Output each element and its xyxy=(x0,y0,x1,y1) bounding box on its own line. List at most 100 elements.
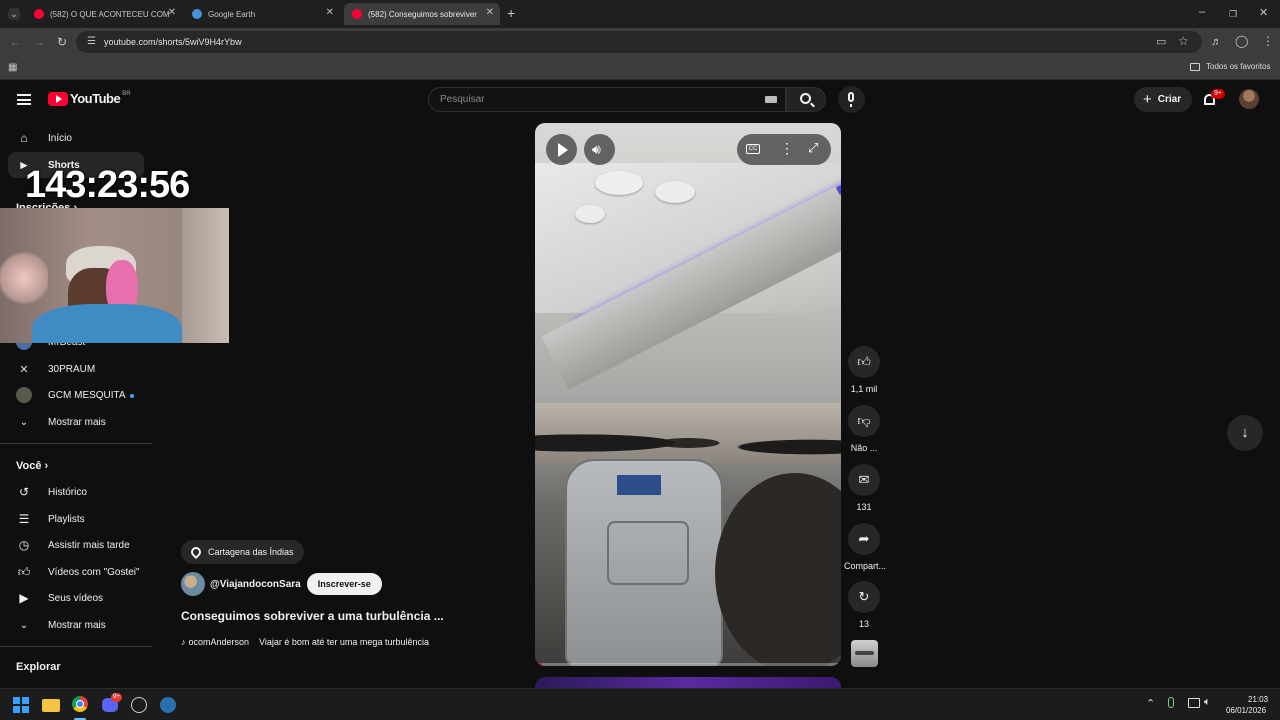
profile-icon[interactable]: ◯ xyxy=(1235,35,1248,47)
browser-tab-1[interactable]: (582) O QUE ACONTECEU COM ✕ xyxy=(26,3,182,25)
sidebar-item-home[interactable]: ⌂ Início xyxy=(8,125,144,151)
google-earth-favicon-icon xyxy=(192,9,202,19)
keyboard-icon[interactable] xyxy=(765,96,777,103)
reload-icon[interactable]: ↻ xyxy=(57,36,67,48)
like-action[interactable]: 👍︎ 1,1 mil xyxy=(844,346,884,394)
search-button[interactable] xyxy=(786,87,826,112)
clock-date[interactable]: 06/01/2026 xyxy=(1226,706,1266,715)
windows-start-icon[interactable] xyxy=(13,697,31,713)
browser-tab-3-active[interactable]: (582) Conseguimos sobreviver ✕ xyxy=(344,3,500,25)
thumbs-down-icon[interactable]: 👎︎ xyxy=(848,405,880,437)
network-icon[interactable] xyxy=(1188,698,1200,708)
location-chip[interactable]: Cartagena das Índias xyxy=(181,540,304,564)
show-more-you[interactable]: ⌄ Mostrar mais xyxy=(8,612,144,638)
chevron-down-icon: ⌄ xyxy=(19,619,29,631)
video-seat-screen xyxy=(617,475,661,495)
sound-description: Viajar é bom até ter uma mega turbulênci… xyxy=(259,637,429,647)
dislike-action[interactable]: 👎︎ Não ... xyxy=(844,405,884,453)
site-info-icon[interactable]: ☰ xyxy=(87,36,96,48)
url-text[interactable]: youtube.com/shorts/5wiV9H4rYbw xyxy=(104,37,242,47)
tab-search-icon[interactable]: ⌄ xyxy=(8,8,20,20)
sound-row[interactable]: ♪ ocomAnderson Viajar é bom até ter uma … xyxy=(181,637,429,647)
forward-icon[interactable]: → xyxy=(33,36,45,48)
account-avatar[interactable] xyxy=(1239,89,1259,109)
sidebar-item-label: Vídeos com "Gostei" xyxy=(48,566,140,578)
remix-action[interactable]: ↻ 13 xyxy=(844,581,884,629)
clock-time[interactable]: 21:03 xyxy=(1248,695,1268,704)
channel-name[interactable]: @ViajandoconSara xyxy=(210,579,301,590)
close-tab-icon[interactable]: ✕ xyxy=(326,7,334,18)
clock-icon: ◷ xyxy=(18,538,30,552)
omnibox[interactable] xyxy=(76,31,1202,53)
youtube-logo[interactable]: YouTube BR xyxy=(48,91,131,106)
share-action[interactable]: ➦ Compart... xyxy=(844,523,887,571)
search-box[interactable]: Pesquisar xyxy=(428,87,786,112)
install-app-icon[interactable]: ▭ xyxy=(1156,36,1166,48)
captions-icon[interactable]: CC xyxy=(746,144,760,154)
bookmark-star-icon[interactable]: ☆ xyxy=(1178,35,1189,47)
microphone-tray-icon[interactable] xyxy=(1168,697,1174,708)
sidebar-item-your-videos[interactable]: ▶ Seus vídeos xyxy=(8,585,144,611)
close-tab-icon[interactable]: ✕ xyxy=(486,7,494,18)
video-progress-bar[interactable] xyxy=(535,663,841,666)
browser-tab-2[interactable]: Google Earth ✕ xyxy=(184,3,340,25)
sidebar-item-liked-videos[interactable]: 👍︎ Vídeos com "Gostei" xyxy=(8,559,144,585)
volume-button[interactable]: 🔊︎ xyxy=(584,134,615,165)
voice-search-button[interactable] xyxy=(838,86,865,113)
video-icon: ▶ xyxy=(19,591,29,605)
notifications-button[interactable]: 9+ xyxy=(1201,89,1225,110)
sidebar-item-label: Playlists xyxy=(48,513,85,525)
share-icon[interactable]: ➦ xyxy=(848,523,880,555)
media-control-icon[interactable]: ♬ xyxy=(1211,36,1222,48)
sidebar-item-playlists[interactable]: ☰ Playlists xyxy=(8,506,144,532)
short-title[interactable]: Conseguimos sobreviver a uma turbulência… xyxy=(181,609,444,623)
create-button[interactable]: + Criar xyxy=(1134,87,1192,112)
subscribe-button[interactable]: Inscrever-se xyxy=(306,573,382,595)
share-label: Compart... xyxy=(844,561,887,571)
history-icon: ↺ xyxy=(18,485,30,499)
tab-title: (582) Conseguimos sobreviver xyxy=(368,9,477,19)
bookmarks-folder[interactable]: Todos os favoritos xyxy=(1190,62,1270,71)
channel-avatar[interactable] xyxy=(181,572,205,596)
minimize-icon[interactable]: – xyxy=(1199,6,1205,18)
remix-icon[interactable]: ↻ xyxy=(848,581,880,613)
file-explorer-icon[interactable] xyxy=(42,699,60,712)
next-short-preview[interactable] xyxy=(535,677,841,688)
close-window-icon[interactable]: ✕ xyxy=(1259,7,1268,19)
youtube-region-code: BR xyxy=(122,90,131,97)
discord-badge: 9+ xyxy=(111,693,122,702)
show-more-subscriptions[interactable]: ⌄ Mostrar mais xyxy=(8,409,144,435)
hamburger-menu-icon[interactable] xyxy=(17,94,31,105)
player-controls-group: CC ⋮ ⤢ xyxy=(737,134,831,165)
fullscreen-icon[interactable]: ⤢ xyxy=(808,140,818,156)
steam-icon[interactable] xyxy=(160,697,176,713)
comment-icon[interactable]: ✉ xyxy=(848,464,880,496)
subscription-item[interactable]: GCM MESQUITA xyxy=(8,382,144,408)
menu-kebab-icon[interactable]: ⋮ xyxy=(1262,35,1274,47)
chrome-taskbar-icon[interactable] xyxy=(72,696,88,712)
steam-like-app-icon[interactable] xyxy=(131,697,147,713)
sidebar-item-history[interactable]: ↺ Histórico xyxy=(8,479,144,505)
new-tab-button[interactable]: + xyxy=(507,6,515,20)
next-short-button[interactable]: ↓ xyxy=(1227,415,1263,451)
short-video-player[interactable]: 🔊︎ CC ⋮ ⤢ xyxy=(535,123,841,666)
comments-action[interactable]: ✉ 131 xyxy=(844,464,884,512)
show-hidden-icons[interactable]: ⌃ xyxy=(1146,697,1155,710)
video-passenger-heads xyxy=(535,419,841,459)
you-heading[interactable]: Você › xyxy=(16,460,48,472)
youtube-play-logo-icon xyxy=(48,91,68,106)
apps-grid-icon[interactable]: ▦ xyxy=(8,62,17,74)
sidebar-item-watch-later[interactable]: ◷ Assistir mais tarde xyxy=(8,532,144,558)
close-tab-icon[interactable]: ✕ xyxy=(168,7,176,18)
back-icon[interactable]: ← xyxy=(9,36,21,48)
thumbs-up-icon[interactable]: 👍︎ xyxy=(848,346,880,378)
restore-icon[interactable]: ❐ xyxy=(1229,8,1237,20)
microphone-icon xyxy=(848,92,854,102)
chevron-down-icon: ⌄ xyxy=(19,416,29,428)
play-button[interactable] xyxy=(546,134,577,165)
subscription-item[interactable]: ✕ 30PRAUM xyxy=(8,356,144,382)
sound-thumbnail[interactable] xyxy=(851,640,878,667)
more-options-icon[interactable]: ⋮ xyxy=(780,140,794,157)
bookmarks-folder-label: Todos os favoritos xyxy=(1206,62,1271,71)
speaker-icon[interactable]: 🔈︎ xyxy=(1204,696,1211,709)
